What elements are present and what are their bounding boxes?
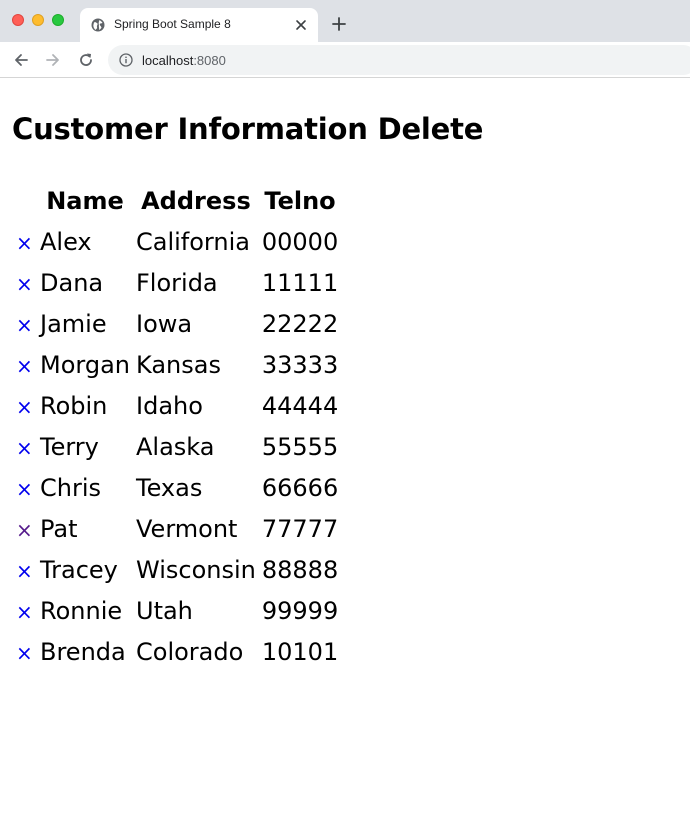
globe-icon xyxy=(91,18,105,32)
delete-link[interactable]: × xyxy=(16,641,33,665)
browser-toolbar: localhost:8080 xyxy=(0,42,690,78)
customer-name: Terry xyxy=(40,432,99,461)
table-row: × Robin Idaho 44444 xyxy=(14,386,340,425)
page-title: Customer Information Delete xyxy=(12,112,484,146)
delete-link[interactable]: × xyxy=(16,395,33,419)
delete-link[interactable]: × xyxy=(16,272,33,296)
customer-name: Alex xyxy=(40,227,92,256)
address-bar[interactable]: localhost:8080 xyxy=(108,45,690,75)
customer-table: Name Address Telno × Alex California 00000 ×… xyxy=(12,180,342,673)
customer-name: Morgan xyxy=(40,350,130,379)
delete-link[interactable]: × xyxy=(16,518,33,542)
close-window-icon[interactable] xyxy=(12,14,24,26)
table-row: × Ronnie Utah 99999 xyxy=(14,591,340,630)
url-text: localhost:8080 xyxy=(142,53,226,68)
customer-address: Wisconsin xyxy=(136,555,256,584)
delete-link[interactable]: × xyxy=(16,559,33,583)
customer-name: Dana xyxy=(40,268,104,297)
delete-link[interactable]: × xyxy=(16,354,33,378)
customer-name: Chris xyxy=(40,473,102,502)
customer-address: Kansas xyxy=(136,350,221,379)
customer-address: Vermont xyxy=(136,514,238,543)
delete-link[interactable]: × xyxy=(16,313,33,337)
back-arrow-icon[interactable] xyxy=(12,51,30,69)
table-row: × Terry Alaska 55555 xyxy=(14,427,340,466)
delete-cell: × xyxy=(14,427,36,466)
customer-address: Idaho xyxy=(136,391,203,420)
info-icon[interactable] xyxy=(119,53,133,67)
customer-telno: 33333 xyxy=(261,350,339,379)
delete-cell: × xyxy=(14,468,36,507)
customer-name: Pat xyxy=(40,514,78,543)
customer-name: Tracey xyxy=(40,555,118,584)
customer-telno: 10101 xyxy=(261,637,339,666)
delete-link[interactable]: × xyxy=(16,436,33,460)
table-header-row: Name Address Telno xyxy=(14,182,340,220)
table-row: × Chris Texas 66666 xyxy=(14,468,340,507)
customer-telno: 11111 xyxy=(261,268,339,297)
customer-telno: 00000 xyxy=(261,227,339,256)
delete-cell: × xyxy=(14,632,36,671)
delete-column-header xyxy=(14,182,36,220)
customer-address: California xyxy=(136,227,250,256)
customer-name: Brenda xyxy=(40,637,126,666)
customer-telno: 55555 xyxy=(261,432,339,461)
customer-name: Robin xyxy=(40,391,108,420)
customer-address: Iowa xyxy=(136,309,193,338)
customer-rows: × Alex California 00000 × Dana Florida 11111 × Ja… xyxy=(14,222,340,671)
customer-name: Ronnie xyxy=(40,596,123,625)
table-row: × Brenda Colorado 10101 xyxy=(14,632,340,671)
url-host: localhost xyxy=(142,53,194,68)
delete-link[interactable]: × xyxy=(16,231,33,255)
close-icon[interactable] xyxy=(294,18,308,32)
delete-cell: × xyxy=(14,304,36,343)
reload-icon[interactable] xyxy=(77,51,95,69)
table-row: × Morgan Kansas 33333 xyxy=(14,345,340,384)
customer-telno: 44444 xyxy=(261,391,339,420)
customer-address: Texas xyxy=(136,473,203,502)
customer-telno: 99999 xyxy=(261,596,339,625)
table-row: × Alex California 00000 xyxy=(14,222,340,261)
delete-cell: × xyxy=(14,550,36,589)
column-header-name: Name xyxy=(46,187,124,215)
delete-cell: × xyxy=(14,591,36,630)
table-row: × Tracey Wisconsin 88888 xyxy=(14,550,340,589)
table-row: × Pat Vermont 77777 xyxy=(14,509,340,548)
delete-cell: × xyxy=(14,386,36,425)
tab-title: Spring Boot Sample 8 xyxy=(114,17,231,31)
column-header-address: Address xyxy=(141,187,251,215)
customer-address: Alaska xyxy=(136,432,215,461)
customer-name: Jamie xyxy=(40,309,107,338)
delete-link[interactable]: × xyxy=(16,477,33,501)
customer-telno: 77777 xyxy=(261,514,339,543)
customer-telno: 22222 xyxy=(261,309,339,338)
delete-link[interactable]: × xyxy=(16,600,33,624)
tab-strip: Spring Boot Sample 8 xyxy=(0,0,690,42)
delete-cell: × xyxy=(14,263,36,302)
table-row: × Dana Florida 11111 xyxy=(14,263,340,302)
minimize-window-icon[interactable] xyxy=(32,14,44,26)
url-port: :8080 xyxy=(193,53,226,68)
table-row: × Jamie Iowa 22222 xyxy=(14,304,340,343)
delete-cell: × xyxy=(14,509,36,548)
column-header-telno: Telno xyxy=(264,187,336,215)
delete-cell: × xyxy=(14,222,36,261)
delete-cell: × xyxy=(14,345,36,384)
plus-icon[interactable] xyxy=(330,15,348,33)
browser-tab[interactable]: Spring Boot Sample 8 xyxy=(80,8,318,42)
customer-telno: 88888 xyxy=(261,555,339,584)
maximize-window-icon[interactable] xyxy=(52,14,64,26)
customer-address: Utah xyxy=(136,596,193,625)
forward-arrow-icon[interactable] xyxy=(44,51,62,69)
customer-telno: 66666 xyxy=(261,473,339,502)
customer-address: Colorado xyxy=(136,637,244,666)
customer-address: Florida xyxy=(136,268,218,297)
